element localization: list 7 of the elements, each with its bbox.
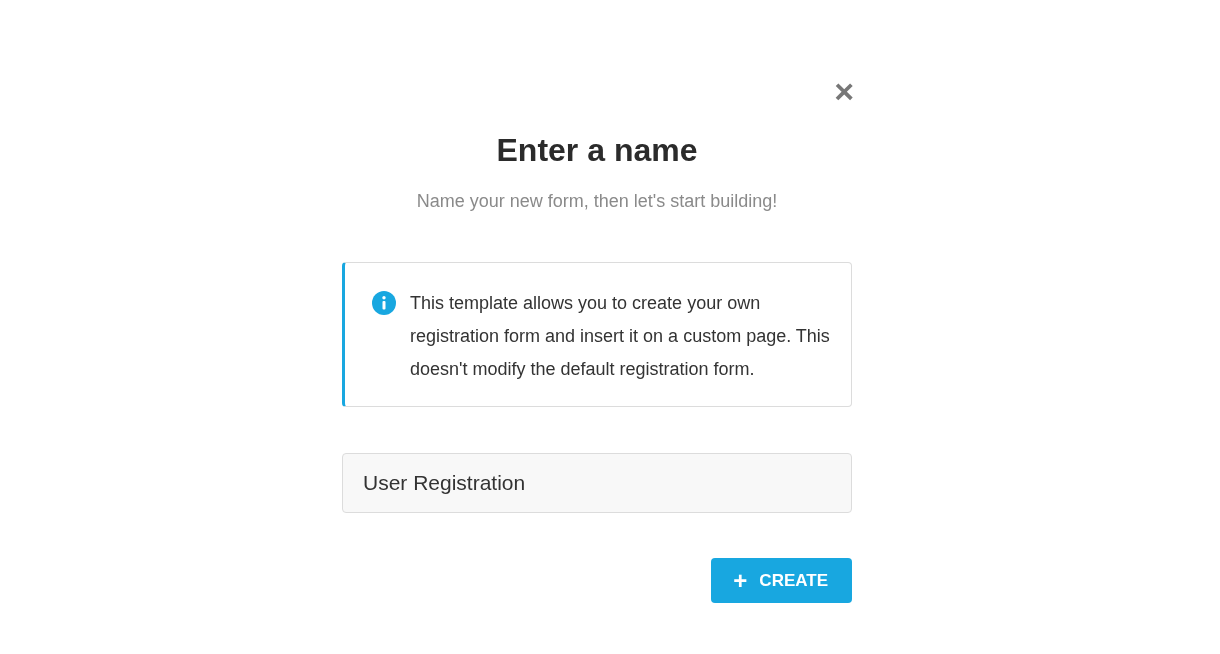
dialog-subtitle: Name your new form, then let's start building! xyxy=(415,190,779,213)
info-icon xyxy=(372,291,396,315)
dialog-title: Enter a name xyxy=(495,131,699,170)
create-button[interactable]: + CREATE xyxy=(711,558,852,603)
name-field[interactable]: User Registration xyxy=(342,453,852,513)
notice-text: This template allows you to create your own registration form and insert it on a custom page. This doesn't modify the default registration form. xyxy=(410,292,831,381)
close-button[interactable]: × xyxy=(834,74,854,108)
